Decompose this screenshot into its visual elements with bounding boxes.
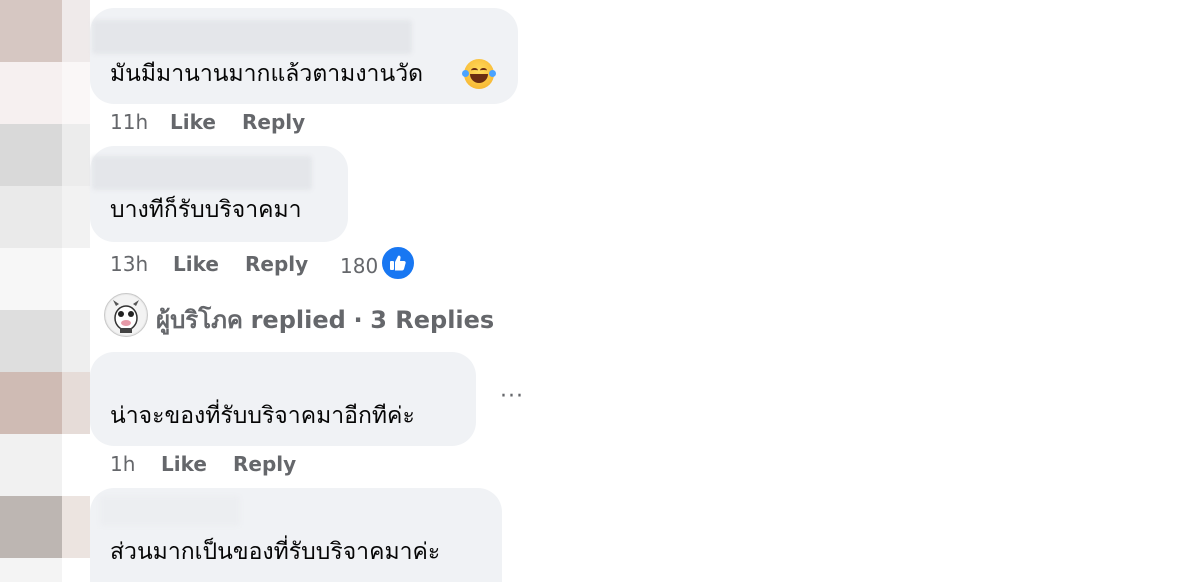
more-options-icon[interactable]: ··· xyxy=(500,384,524,409)
replies-count[interactable]: 3 Replies xyxy=(370,306,494,334)
blurred-author-name xyxy=(92,156,312,190)
like-button[interactable]: Like xyxy=(161,452,207,476)
comment-bubble: น่าจะของที่รับบริจาคมาอีกทีค่ะ xyxy=(90,352,476,446)
comment-text: น่าจะของที่รับบริจาคมาอีกทีค่ะ xyxy=(110,403,415,429)
comment-time[interactable]: 13h xyxy=(110,252,148,276)
comment-text: มันมีมานานมากแล้วตามงานวัด xyxy=(110,61,424,87)
replier-avatar[interactable] xyxy=(104,293,148,337)
comment-time[interactable]: 11h xyxy=(110,110,148,134)
reaction-count[interactable]: 180 xyxy=(340,254,378,278)
laughing-emoji-icon xyxy=(462,59,496,89)
reply-button[interactable]: Reply xyxy=(242,110,305,134)
replier-name[interactable]: ผู้บริโภค xyxy=(156,306,243,334)
blurred-avatar-column xyxy=(0,0,90,582)
like-button[interactable]: Like xyxy=(173,252,219,276)
view-replies-link[interactable]: ผู้บริโภค replied · 3 Replies xyxy=(156,300,494,339)
reply-button[interactable]: Reply xyxy=(233,452,296,476)
comment-bubble: ส่วนมากเป็นของที่รับบริจาคมาค่ะ xyxy=(90,488,502,582)
replied-label: replied xyxy=(250,306,346,334)
comment-actions: 11h Like Reply xyxy=(110,110,410,136)
like-reaction-icon[interactable] xyxy=(380,245,416,281)
like-button[interactable]: Like xyxy=(170,110,216,134)
blurred-author-name xyxy=(92,20,412,54)
comment-actions: 1h Like Reply xyxy=(110,452,410,478)
comment-time[interactable]: 1h xyxy=(110,452,135,476)
comment-text: ส่วนมากเป็นของที่รับบริจาคมาค่ะ xyxy=(110,539,441,565)
comment-text: บางทีก็รับบริจาคมา xyxy=(110,197,302,223)
comment-bubble: บางทีก็รับบริจาคมา xyxy=(90,146,348,242)
separator-dot: · xyxy=(353,306,363,334)
blurred-author-name xyxy=(100,496,240,526)
reply-button[interactable]: Reply xyxy=(245,252,308,276)
comment-bubble: มันมีมานานมากแล้วตามงานวัด xyxy=(90,8,518,104)
